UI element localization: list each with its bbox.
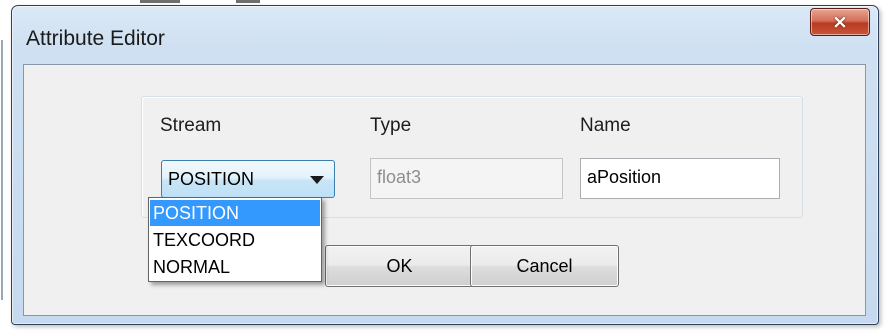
background-fragment [1, 40, 3, 300]
stream-combobox[interactable]: POSITION [161, 160, 335, 198]
title-bar[interactable]: Attribute Editor × [12, 6, 878, 64]
ok-button[interactable]: OK [325, 245, 474, 287]
dropdown-option-texcoord[interactable]: TEXCOORD [150, 227, 320, 253]
stream-dropdown-list: POSITION TEXCOORD NORMAL [148, 197, 322, 282]
name-label: Name [580, 115, 631, 136]
background-fragment [140, 0, 180, 3]
type-label: Type [370, 115, 412, 136]
stream-label: Stream [160, 115, 222, 136]
close-icon: × [832, 11, 848, 33]
close-button[interactable]: × [810, 8, 870, 36]
name-input[interactable]: aPosition [580, 158, 780, 199]
dropdown-option-normal[interactable]: NORMAL [150, 254, 320, 280]
background-fragment [236, 0, 260, 3]
attribute-editor-dialog: Attribute Editor × Stream Type Name POSI… [11, 5, 879, 325]
chevron-down-icon[interactable] [310, 176, 324, 184]
dropdown-option-position[interactable]: POSITION [150, 200, 320, 226]
window-title: Attribute Editor [26, 27, 165, 50]
type-field: float3 [370, 158, 563, 199]
cancel-button[interactable]: Cancel [470, 245, 619, 287]
stream-selected-value: POSITION [168, 169, 255, 189]
